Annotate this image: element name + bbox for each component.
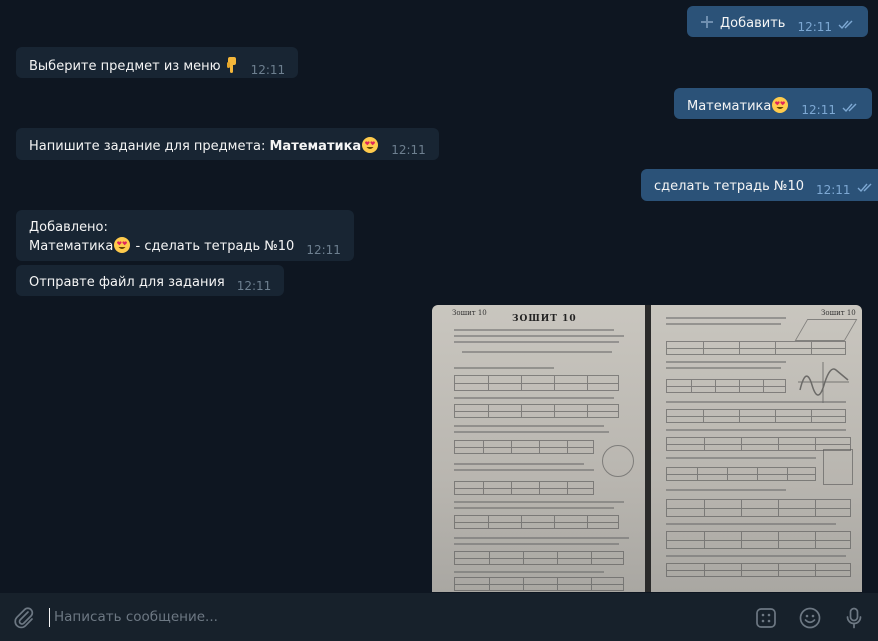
message-in-added[interactable]: Добавлено: Математика - сделать тетрадь … <box>16 210 354 261</box>
notebook-page-left: Зошит 10 ЗОШИТ 10 <box>432 305 645 592</box>
message-text: Напишите задание для предмета: <box>29 139 270 154</box>
message-out-add[interactable]: Добавить 12:11 <box>687 6 869 37</box>
page-title: ЗОШИТ 10 <box>512 314 577 324</box>
heart-eyes-emoji-icon <box>362 137 379 153</box>
message-time: 12:11 <box>391 143 426 157</box>
plus-icon <box>700 15 714 29</box>
message-in-choose-subject[interactable]: Выберите предмет из меню 12:11 <box>16 47 299 78</box>
message-in-write-task[interactable]: Напишите задание для предмета: Математик… <box>16 128 439 160</box>
heart-eyes-emoji-icon <box>114 237 131 253</box>
pointing-down-hand-icon <box>225 56 239 74</box>
message-time: 12:11 <box>306 243 341 257</box>
message-text: Математика <box>687 99 772 114</box>
subject-name: Математика <box>269 139 362 154</box>
read-check-icon <box>857 181 874 193</box>
subject-name: Математика <box>29 239 114 254</box>
microphone-icon[interactable] <box>842 606 866 630</box>
message-in-send-file[interactable]: Отправте файл для задания 12:11 <box>16 265 285 296</box>
chat-history: Добавить 12:11 Выберите предмет из меню 12… <box>0 0 878 592</box>
page-header: Зошит 10 <box>452 309 487 317</box>
message-out-task[interactable]: сделать тетрадь №10 12:11 <box>641 169 878 201</box>
bot-commands-icon[interactable] <box>754 606 778 630</box>
message-time: 12:11 <box>797 20 833 34</box>
message-out-math[interactable]: Математика 12:11 <box>674 88 872 119</box>
notebook-page-right: Зошит 10 <box>651 305 862 592</box>
message-text-line1: Добавлено: <box>29 220 108 235</box>
photo-message[interactable]: Зошит 10 ЗОШИТ 10 Зошит 10 <box>432 305 862 592</box>
message-text: Выберите предмет из меню <box>29 59 221 74</box>
message-time: 12:11 <box>815 183 851 197</box>
message-time: 12:11 <box>801 103 836 117</box>
text-cursor <box>49 608 50 627</box>
message-input[interactable]: Написать сообщение... <box>54 609 218 625</box>
message-text-line2: - сделать тетрадь №10 <box>131 239 295 254</box>
message-composer: Написать сообщение... <box>0 592 878 641</box>
message-text: сделать тетрадь №10 <box>654 179 804 194</box>
message-time: 12:11 <box>250 63 286 77</box>
emoji-icon[interactable] <box>798 606 822 630</box>
paperclip-icon[interactable] <box>12 606 36 630</box>
message-text: Добавить <box>720 16 786 31</box>
read-check-icon <box>838 18 855 30</box>
read-check-icon <box>842 101 859 113</box>
message-time: 12:11 <box>236 279 272 293</box>
page-header: Зошит 10 <box>821 309 856 317</box>
message-text: Отправте файл для задания <box>29 275 225 290</box>
heart-eyes-emoji-icon <box>772 97 789 113</box>
